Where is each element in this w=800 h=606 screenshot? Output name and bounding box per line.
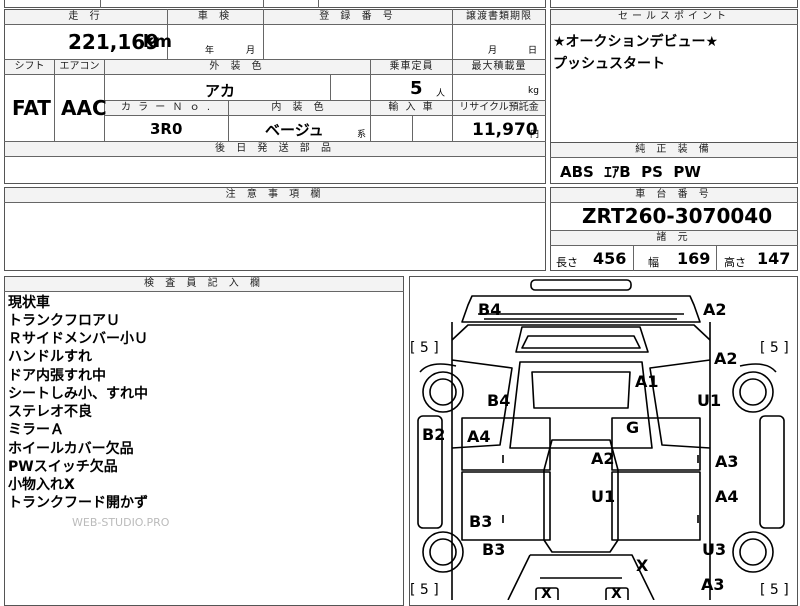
front-emblem bbox=[530, 279, 632, 291]
wheel-right-rear bbox=[732, 531, 774, 573]
wheel-left-front bbox=[422, 371, 464, 413]
damage-mark: U1 bbox=[697, 391, 722, 410]
damage-mark: B3 bbox=[469, 512, 493, 531]
damage-mark: A3 bbox=[701, 575, 725, 594]
damage-mark: A2 bbox=[703, 300, 727, 319]
tire-left-rear-label: [ 5 ] bbox=[410, 582, 439, 598]
damage-mark: A2 bbox=[591, 449, 615, 468]
right-sill bbox=[759, 415, 785, 529]
damage-mark: B3 bbox=[482, 540, 506, 559]
damage-mark: X bbox=[636, 556, 649, 575]
car-diagram bbox=[417, 279, 785, 600]
damage-mark: B4 bbox=[478, 300, 502, 319]
wheel-right-front bbox=[732, 371, 774, 413]
damage-mark: G bbox=[626, 418, 640, 437]
damage-mark: U3 bbox=[702, 540, 727, 559]
damage-mark: B2 bbox=[422, 425, 446, 444]
damage-mark: U1 bbox=[591, 487, 616, 506]
damage-mark: A4 bbox=[715, 487, 739, 506]
damage-mark: A2 bbox=[714, 349, 738, 368]
wheel-left-rear bbox=[422, 531, 464, 573]
tire-left-front-label: [ 5 ] bbox=[410, 340, 439, 356]
damage-mark: B4 bbox=[487, 391, 511, 410]
damage-mark: A1 bbox=[635, 372, 659, 391]
tire-right-rear-label: [ 5 ] bbox=[760, 582, 789, 598]
tire-right-front-label: [ 5 ] bbox=[760, 340, 789, 356]
damage-mark: A3 bbox=[715, 452, 739, 471]
damage-mark: A4 bbox=[467, 427, 491, 446]
